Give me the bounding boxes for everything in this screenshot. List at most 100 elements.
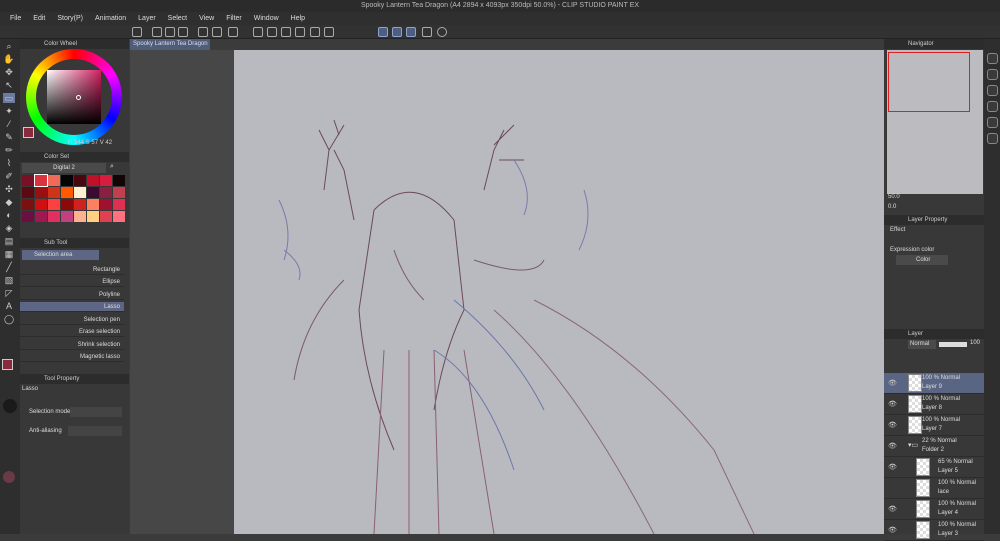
blend-icon[interactable]: ◐ <box>3 210 15 220</box>
eye-icon[interactable]: 👁 <box>888 505 897 513</box>
color-swatch[interactable] <box>100 175 112 186</box>
color-swatch[interactable] <box>74 199 86 210</box>
color-swatch[interactable] <box>87 199 99 210</box>
color-swatch[interactable] <box>74 211 86 222</box>
color-swatch[interactable] <box>87 187 99 198</box>
crop-icon[interactable] <box>281 27 291 37</box>
sub-tool-lasso[interactable]: Lasso <box>20 302 124 312</box>
color-swatch[interactable] <box>113 211 125 222</box>
pen-alt-icon[interactable] <box>324 27 334 37</box>
selection-mode-buttons[interactable] <box>70 407 122 417</box>
brush-icon[interactable]: ⌇ <box>3 158 15 168</box>
color-saturation-square[interactable] <box>47 70 101 124</box>
operation-tool-icon[interactable]: ↖ <box>3 80 15 90</box>
device-icon[interactable] <box>422 27 432 37</box>
open-file-icon[interactable] <box>165 27 175 37</box>
expression-color-dropdown[interactable]: Color <box>896 255 948 265</box>
new-file-icon[interactable] <box>152 27 162 37</box>
menu-story[interactable]: Story(P) <box>51 12 89 25</box>
menu-animation[interactable]: Animation <box>89 12 132 25</box>
layer-row[interactable]: 👁 100 % Normal Layer 4 <box>884 499 984 520</box>
color-swatch[interactable] <box>35 199 47 210</box>
pencil-icon[interactable]: ✏ <box>3 145 15 155</box>
material-icon[interactable] <box>987 69 998 80</box>
eye-icon[interactable]: 👁 <box>888 379 897 387</box>
navigator-preview[interactable] <box>887 50 983 194</box>
sub-tool-rectangle[interactable]: Rectangle <box>20 265 124 275</box>
layer-row[interactable]: 100 % Normal lace <box>884 478 984 499</box>
color-wheel-header[interactable]: Color Wheel <box>20 39 129 49</box>
layer-row[interactable]: 👁 100 % Normal Layer 7 <box>884 415 984 436</box>
magic-wand-icon[interactable]: ✦ <box>3 106 15 116</box>
sub-tool-header[interactable]: Sub Tool <box>20 238 129 248</box>
eyedropper-icon[interactable]: ⁄ <box>3 119 15 129</box>
color-swatch[interactable] <box>22 187 34 198</box>
layer-property-header[interactable]: Layer Property <box>884 215 984 225</box>
color-swatch[interactable] <box>74 187 86 198</box>
zoom-tool-icon[interactable]: ⌕ <box>3 41 15 51</box>
help-icon[interactable] <box>437 27 447 37</box>
tool-property-header[interactable]: Tool Property <box>20 374 129 384</box>
eye-icon[interactable]: 👁 <box>888 421 897 429</box>
layer-row[interactable]: 👁 65 % Normal Layer 5 <box>884 457 984 478</box>
clip-studio-icon[interactable] <box>132 27 142 37</box>
layer-row[interactable]: 👁 100 % Normal Layer 8 <box>884 394 984 415</box>
figure-icon[interactable]: ╱ <box>3 262 15 272</box>
snap-grid-icon[interactable] <box>406 27 416 37</box>
menu-window[interactable]: Window <box>248 12 285 25</box>
menu-edit[interactable]: Edit <box>27 12 51 25</box>
layers-icon[interactable] <box>987 133 998 144</box>
main-color-swatch[interactable] <box>2 359 13 370</box>
eye-icon[interactable]: 👁 <box>888 526 897 534</box>
menu-filter[interactable]: Filter <box>220 12 248 25</box>
color-set-header[interactable]: Color Set <box>20 152 129 162</box>
color-swatch[interactable] <box>22 199 34 210</box>
eraser-icon[interactable]: ◆ <box>3 197 15 207</box>
text-tool-icon[interactable]: A <box>3 301 15 311</box>
opacity-value[interactable]: 100 <box>970 340 980 346</box>
color-swatch[interactable] <box>35 211 47 222</box>
menu-view[interactable]: View <box>193 12 220 25</box>
ruler-icon[interactable] <box>295 27 305 37</box>
fill-icon[interactable]: ◈ <box>3 223 15 233</box>
layer-row[interactable]: 👁 ▾▭ 22 % Normal Folder 2 <box>884 436 984 457</box>
balloon-icon[interactable]: ◸ <box>3 288 15 298</box>
search-icon[interactable]: ⌕ <box>110 163 114 171</box>
snap-special-icon[interactable] <box>392 27 402 37</box>
eye-icon[interactable]: 👁 <box>888 400 897 408</box>
current-color-swatch[interactable] <box>23 127 34 138</box>
menu-file[interactable]: File <box>4 12 27 25</box>
color-swatch[interactable] <box>74 175 86 186</box>
loading-icon[interactable] <box>228 27 238 37</box>
navigator-header[interactable]: Navigator <box>884 39 984 49</box>
menu-select[interactable]: Select <box>162 12 193 25</box>
opacity-slider[interactable] <box>939 342 967 347</box>
selection-tool-icon[interactable]: ▭ <box>3 93 15 103</box>
color-swatch[interactable] <box>113 175 125 186</box>
ruler-icon[interactable]: ▧ <box>3 275 15 285</box>
undo-icon[interactable] <box>198 27 208 37</box>
sub-tool-polyline[interactable]: Polyline <box>20 290 124 300</box>
frame-icon[interactable]: ▦ <box>3 249 15 259</box>
color-swatch[interactable] <box>61 199 73 210</box>
rotation-value[interactable]: 0.0 <box>888 204 896 210</box>
zoom-value[interactable]: 50.0 <box>888 194 900 200</box>
redo-icon[interactable] <box>212 27 222 37</box>
color-swatch[interactable] <box>61 211 73 222</box>
layer-row[interactable]: 👁 100 % Normal Layer 9 <box>884 373 984 394</box>
transform-icon[interactable] <box>267 27 277 37</box>
color-swatch[interactable] <box>48 175 60 186</box>
layer-search-icon[interactable] <box>987 117 998 128</box>
sub-tool-group-tab[interactable]: Selection area <box>22 250 99 260</box>
canvas-page[interactable] <box>234 50 884 535</box>
sub-tool-selection-pen[interactable]: Selection pen <box>20 315 124 325</box>
color-swatch[interactable] <box>48 199 60 210</box>
hand-tool-icon[interactable]: ✋ <box>3 54 15 64</box>
color-swatch[interactable] <box>61 175 73 186</box>
color-swatch[interactable] <box>87 211 99 222</box>
color-swatch[interactable] <box>113 187 125 198</box>
sub-tool-erase-selection[interactable]: Erase selection <box>20 327 124 337</box>
pen-icon[interactable] <box>310 27 320 37</box>
info-icon[interactable] <box>987 101 998 112</box>
fill-icon[interactable] <box>253 27 263 37</box>
